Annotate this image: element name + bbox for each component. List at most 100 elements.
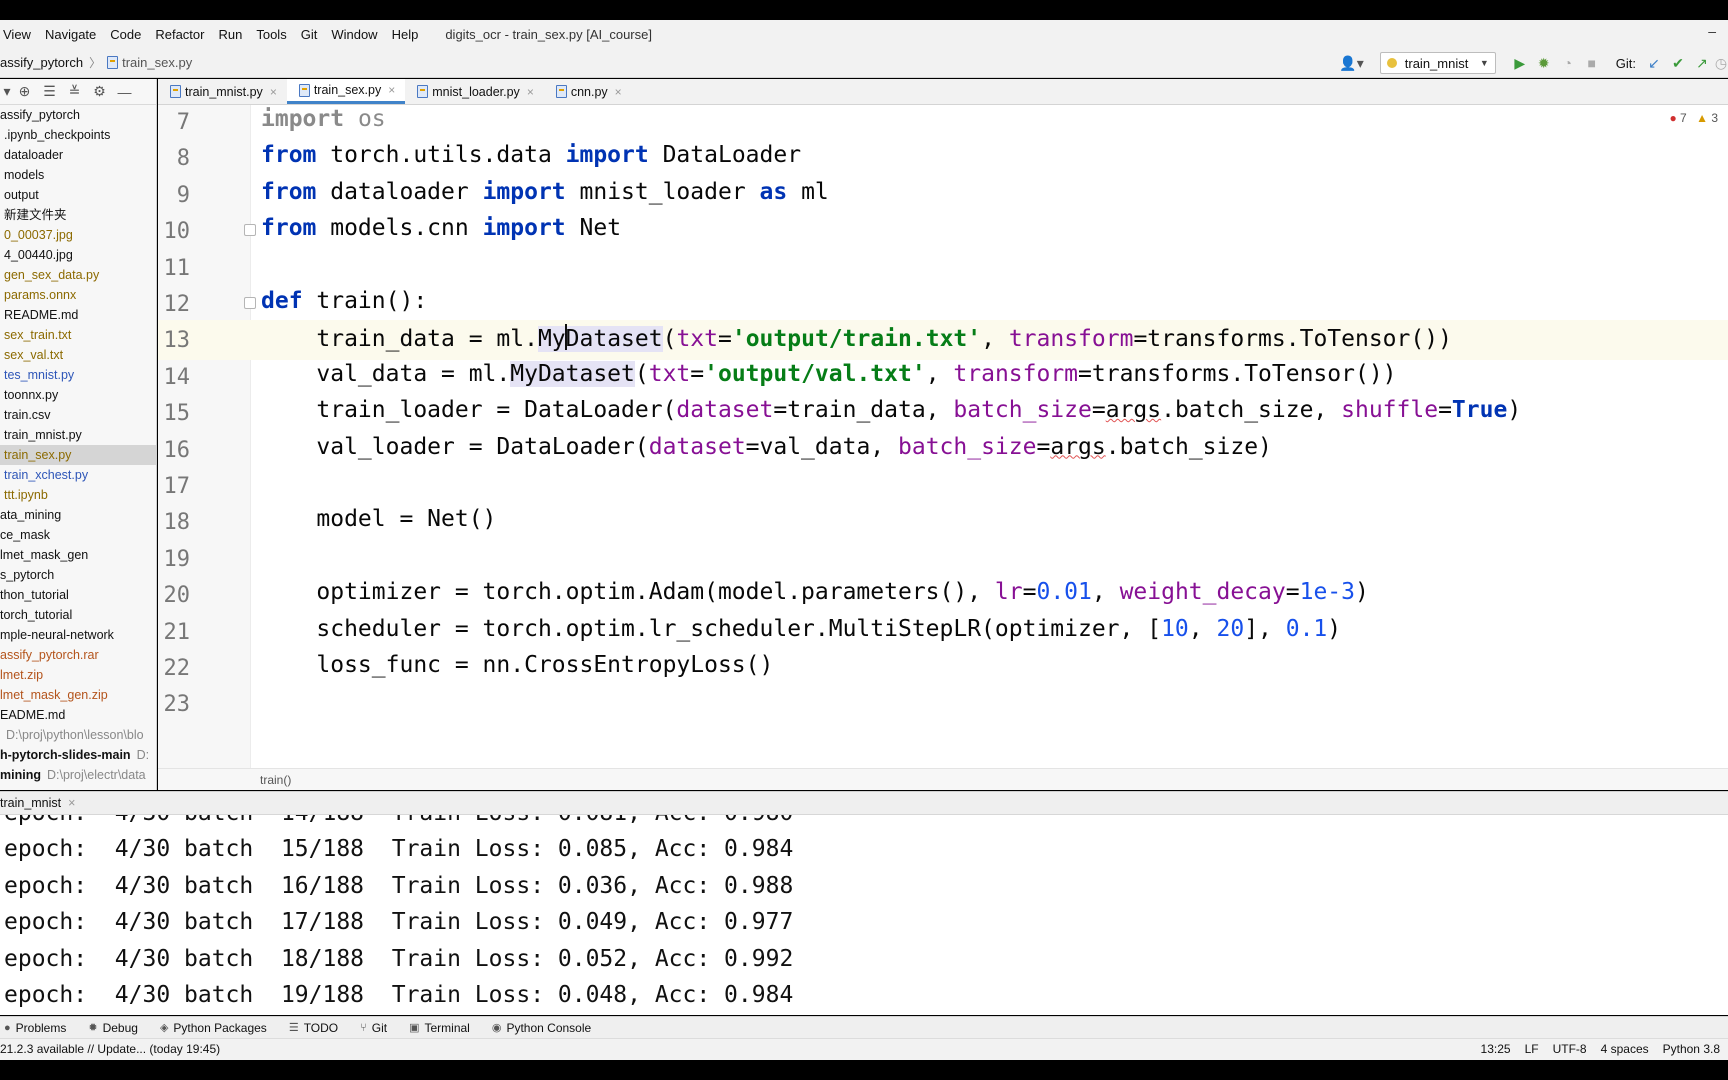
tree-item[interactable]: sex_train.txt <box>0 325 156 345</box>
tree-item[interactable]: ce_mask <box>0 525 156 545</box>
line-number[interactable]: 21 <box>158 620 191 645</box>
toolwindow-problems[interactable]: ● Problems <box>4 1021 66 1035</box>
code-text[interactable]: model = Net() <box>261 506 496 532</box>
tree-item[interactable]: lmet_mask_gen <box>0 545 156 565</box>
tree-item[interactable]: models <box>0 165 156 185</box>
menu-refactor[interactable]: Refactor <box>148 27 211 42</box>
code-line[interactable]: 21 scheduler = torch.optim.lr_scheduler.… <box>158 612 1728 652</box>
tab-cnn[interactable]: cnn.py × <box>544 79 632 104</box>
line-number[interactable]: 22 <box>158 656 191 681</box>
tree-item[interactable]: lmet.zip <box>0 665 156 685</box>
code-line[interactable]: 18 model = Net() <box>158 502 1728 542</box>
tree-item[interactable]: thon_tutorial <box>0 585 156 605</box>
toolwindow-debug[interactable]: ✹ Debug <box>88 1021 138 1035</box>
status-message[interactable]: 21.2.3 available // Update... (today 19:… <box>0 1042 220 1056</box>
code-line[interactable]: 23 <box>158 684 1728 724</box>
project-root-item[interactable]: h-pytorch-slides-main D: <box>0 745 156 765</box>
code-line[interactable]: 20 optimizer = torch.optim.Adam(model.pa… <box>158 575 1728 615</box>
close-icon[interactable]: × <box>388 83 395 97</box>
code-line[interactable]: 8 from torch.utils.data import DataLoader <box>158 138 1728 178</box>
line-number[interactable]: 13 <box>158 328 191 353</box>
line-separator[interactable]: LF <box>1525 1039 1539 1060</box>
toolwindow-python-packages[interactable]: ◈ Python Packages <box>160 1021 267 1035</box>
line-number[interactable]: 16 <box>158 438 191 463</box>
tree-item[interactable]: toonnx.py <box>0 385 156 405</box>
tree-item[interactable]: output <box>0 185 156 205</box>
line-number[interactable]: 14 <box>158 365 191 390</box>
hide-icon[interactable]: — <box>112 84 137 100</box>
code-text[interactable]: train_data = ml.MyDataset(txt='output/tr… <box>261 324 1452 353</box>
project-root-item[interactable]: D:\proj\python\lesson\blo <box>0 725 156 745</box>
line-number[interactable]: 15 <box>158 401 191 426</box>
user-account-icon[interactable]: 👤▾ <box>1339 55 1363 72</box>
code-text[interactable]: loss_func = nn.CrossEntropyLoss() <box>261 652 773 678</box>
tree-item[interactable]: 4_00440.jpg <box>0 245 156 265</box>
menu-window[interactable]: Window <box>324 27 384 42</box>
caret-position[interactable]: 13:25 <box>1481 1039 1511 1060</box>
code-line[interactable]: 7 import os <box>158 105 1728 142</box>
gear-icon[interactable]: ⚙ <box>87 83 112 100</box>
line-number[interactable]: 10 <box>158 219 191 244</box>
line-number[interactable]: 17 <box>158 474 191 499</box>
tree-item[interactable]: gen_sex_data.py <box>0 265 156 285</box>
code-text[interactable]: def train(): <box>261 288 427 314</box>
tree-item[interactable]: s_pytorch <box>0 565 156 585</box>
tree-item[interactable]: EADME.md <box>0 705 156 725</box>
breadcrumb-project[interactable]: assify_pytorch <box>0 55 83 70</box>
code-text[interactable]: val_data = ml.MyDataset(txt='output/val.… <box>261 360 1397 387</box>
tree-item[interactable]: torch_tutorial <box>0 605 156 625</box>
run-console-output[interactable]: epoch: 4/30 batch 14/188 Train Loss: 0.0… <box>0 815 1728 1015</box>
close-icon[interactable]: × <box>527 85 534 99</box>
close-icon[interactable]: × <box>68 796 75 810</box>
minimize-button[interactable]: – <box>1708 23 1716 39</box>
git-history-icon[interactable]: ◷ <box>1714 55 1728 72</box>
git-push-icon[interactable]: ↗ <box>1690 55 1714 72</box>
tree-item[interactable]: 0_00037.jpg <box>0 225 156 245</box>
tab-train-sex[interactable]: train_sex.py × <box>286 79 406 104</box>
code-editor[interactable]: ● 7 ▲ 3 7 import os 8 from torch.utils.data… <box>158 105 1728 768</box>
code-line[interactable]: 22 loss_func = nn.CrossEntropyLoss() <box>158 648 1728 688</box>
locate-file-icon[interactable]: ⊕ <box>12 83 37 100</box>
stop-icon[interactable]: ■ <box>1580 55 1604 71</box>
code-line[interactable]: 9 from dataloader import mnist_loader as … <box>158 175 1728 215</box>
expand-all-icon[interactable]: ☰ <box>37 83 62 100</box>
tree-item[interactable]: README.md <box>0 305 156 325</box>
menu-git[interactable]: Git <box>294 27 325 42</box>
tree-item[interactable]: ttt.ipynb <box>0 485 156 505</box>
toolwindow-todo[interactable]: ☰ TODO <box>289 1021 338 1035</box>
tree-item[interactable]: assify_pytorch.rar <box>0 645 156 665</box>
menu-help[interactable]: Help <box>385 27 426 42</box>
menu-navigate[interactable]: Navigate <box>38 27 103 42</box>
tree-item[interactable]: mple-neural-network <box>0 625 156 645</box>
tree-item[interactable]: train_sex.py <box>0 445 156 465</box>
menu-tools[interactable]: Tools <box>249 27 293 42</box>
code-line[interactable]: 11 <box>158 248 1728 288</box>
menu-code[interactable]: Code <box>103 27 148 42</box>
code-line[interactable]: 14 val_data = ml.MyDataset(txt='output/v… <box>158 357 1728 397</box>
tree-item[interactable]: 新建文件夹 <box>0 205 156 225</box>
line-number[interactable]: 12 <box>158 292 191 317</box>
coverage-icon[interactable]: ◔ <box>1556 55 1580 71</box>
git-commit-icon[interactable]: ✔ <box>1666 55 1690 72</box>
tree-item[interactable]: lmet_mask_gen.zip <box>0 685 156 705</box>
dropdown-arrow-icon[interactable]: ▾ <box>2 83 12 100</box>
tab-train-mnist[interactable]: train_mnist.py × <box>158 79 287 104</box>
tree-item[interactable]: .ipynb_checkpoints <box>0 125 156 145</box>
tree-item[interactable]: ata_mining <box>0 505 156 525</box>
code-text[interactable]: from models.cnn import Net <box>261 215 621 241</box>
code-text[interactable]: val_loader = DataLoader(dataset=val_data… <box>261 434 1272 460</box>
code-line[interactable]: 15 train_loader = DataLoader(dataset=tra… <box>158 393 1728 433</box>
line-number[interactable]: 19 <box>158 547 191 572</box>
tree-item[interactable]: dataloader <box>0 145 156 165</box>
menu-run[interactable]: Run <box>211 27 249 42</box>
menu-view[interactable]: View <box>0 27 38 42</box>
close-icon[interactable]: × <box>270 85 277 99</box>
collapse-all-icon[interactable]: ≚ <box>62 83 87 100</box>
file-encoding[interactable]: UTF-8 <box>1553 1039 1587 1060</box>
line-number[interactable]: 11 <box>158 256 191 281</box>
run-configuration-select[interactable]: train_mnist ▼ <box>1379 52 1496 74</box>
python-interpreter[interactable]: Python 3.8 <box>1663 1039 1720 1060</box>
code-line[interactable]: 10 from models.cnn import Net <box>158 211 1728 251</box>
fold-marker-icon[interactable] <box>244 224 256 237</box>
code-breadcrumb[interactable]: train() <box>158 768 1728 790</box>
